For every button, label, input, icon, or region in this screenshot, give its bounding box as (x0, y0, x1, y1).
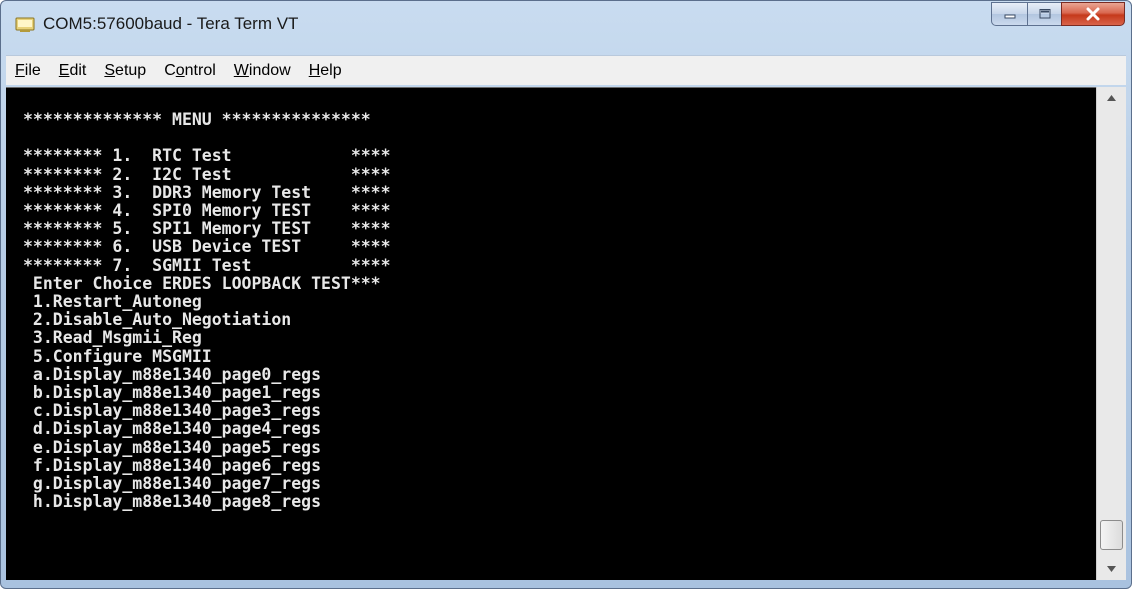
terminal-line: ******** 6. USB Device TEST **** (23, 237, 391, 257)
tera-term-window: COM5:57600baud - Tera Term VT File Edit Se… (0, 0, 1132, 589)
terminal-line: ******** 5. SPI1 Memory TEST **** (23, 219, 391, 239)
terminal-line: a.Display_m88e1340_page0_regs (32, 364, 322, 384)
terminal-text: ************** MENU *************** ****… (23, 110, 391, 512)
scroll-up-arrow-icon (1107, 95, 1116, 101)
terminal-line: ******** 2. I2C Test **** (23, 164, 391, 184)
terminal-line: h.Display_m88e1340_page8_regs (32, 492, 322, 512)
terminal-line: c.Display_m88e1340_page3_regs (32, 401, 322, 421)
title-bar[interactable]: COM5:57600baud - Tera Term VT (1, 1, 1131, 49)
scroll-down-button[interactable] (1097, 558, 1126, 580)
terminal-line: d.Display_m88e1340_page4_regs (32, 419, 322, 439)
terminal-line: 3.Read_Msgmii_Reg (32, 328, 202, 348)
terminal-line: b.Display_m88e1340_page1_regs (32, 383, 322, 403)
terminal-line: g.Display_m88e1340_page7_regs (32, 474, 322, 494)
scrollbar-thumb[interactable] (1100, 520, 1123, 550)
close-icon (1086, 7, 1100, 21)
terminal-line: ******** 1. RTC Test **** (23, 146, 391, 166)
window-title: COM5:57600baud - Tera Term VT (43, 14, 299, 33)
window-controls (991, 2, 1125, 28)
terminal-line: 1.Restart_Autoneg (32, 292, 202, 312)
terminal-output[interactable]: ************** MENU *************** ****… (6, 87, 1096, 580)
terminal-line: ******** 7. SGMII Test **** (23, 255, 391, 275)
menu-bar: File Edit Setup Control Window Help (6, 55, 1126, 85)
menu-item-Setup[interactable]: Setup (95, 62, 155, 80)
terminal-line: ******** 3. DDR3 Memory Test **** (23, 182, 391, 202)
terminal-line: 2.Disable_Auto_Negotiation (32, 310, 292, 330)
menu-item-Control[interactable]: Control (155, 62, 225, 80)
menu-item-Edit[interactable]: Edit (50, 62, 96, 80)
menu-item-File[interactable]: File (6, 62, 50, 80)
minimize-icon (1004, 14, 1015, 19)
terminal-line: f.Display_m88e1340_page6_regs (32, 455, 322, 475)
terminal-line: ************** MENU *************** (23, 110, 371, 129)
scroll-down-arrow-icon (1107, 566, 1116, 572)
minimize-button[interactable] (991, 2, 1027, 26)
tera-term-app-icon[interactable] (15, 14, 35, 34)
terminal-line: e.Display_m88e1340_page5_regs (32, 437, 322, 457)
close-button[interactable] (1061, 2, 1125, 26)
maximize-icon (1039, 9, 1050, 19)
menu-item-Help[interactable]: Help (300, 62, 351, 80)
terminal-line: ******** 4. SPI0 Memory TEST **** (23, 201, 391, 221)
terminal-line: 5.Configure MSGMII (32, 346, 212, 366)
maximize-button[interactable] (1027, 2, 1061, 26)
vertical-scrollbar[interactable] (1096, 87, 1126, 580)
terminal-line: Enter Choice ERDES LOOPBACK TEST*** (32, 273, 381, 293)
menu-item-Window[interactable]: Window (225, 62, 300, 80)
scroll-up-button[interactable] (1097, 87, 1126, 109)
